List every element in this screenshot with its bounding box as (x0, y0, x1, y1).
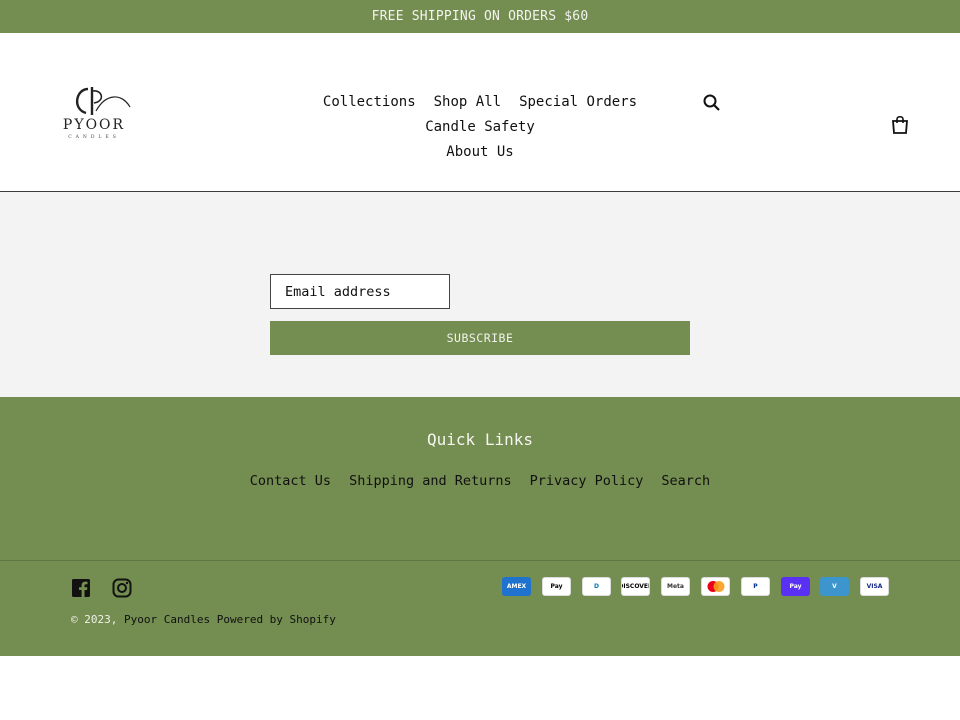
nav-collections[interactable]: Collections (323, 90, 416, 114)
payment-label: Pay (550, 583, 563, 590)
logo-name: PYOOR (63, 117, 125, 133)
logo-mark-icon: PYOOR CANDLES (63, 87, 131, 140)
main-nav: Collections Shop All Special OrdersCandle … (262, 89, 698, 164)
nav-about-us[interactable]: About Us (446, 140, 513, 164)
mastercard-icon (701, 577, 730, 596)
payment-label: DISCOVER (622, 583, 649, 590)
site-header: PYOOR CANDLES Collections Shop All Special… (0, 33, 960, 192)
apple-pay-icon: Pay (542, 577, 571, 596)
logo-subtitle: CANDLES (68, 134, 120, 140)
quick-links: Contact Us Shipping and Returns Privacy Po… (0, 470, 960, 489)
newsletter-section: SUBSCRIBE (0, 192, 960, 397)
copyright-prefix: © 2023, (71, 613, 118, 626)
footer-link-search[interactable]: Search (661, 473, 710, 489)
footer-link-privacy[interactable]: Privacy Policy (530, 473, 644, 489)
powered-by-link[interactable]: Powered by Shopify (217, 613, 336, 626)
site-footer: Quick Links Contact Us Shipping and Retur… (0, 397, 960, 656)
store-logo[interactable]: PYOOR CANDLES (46, 85, 142, 143)
nav-special-orders[interactable]: Special Orders (519, 90, 637, 114)
payment-label: AMEX (506, 583, 527, 590)
payment-label: VISA (866, 583, 883, 590)
footer-divider (0, 560, 960, 561)
amex-icon: AMEX (502, 577, 531, 596)
payment-label: Pay (789, 583, 802, 590)
copyright: © 2023, Pyoor Candles Powered by Shopify (71, 613, 336, 626)
quick-links-title: Quick Links (427, 430, 533, 449)
shop-pay-icon: Pay (781, 577, 810, 596)
venmo-icon: V (820, 577, 849, 596)
subscribe-button[interactable]: SUBSCRIBE (270, 321, 690, 355)
nav-shop-all[interactable]: Shop All (434, 90, 501, 114)
cart-icon[interactable] (889, 114, 911, 136)
nav-candle-safety[interactable]: Candle Safety (425, 115, 535, 139)
payment-label: D (594, 583, 599, 590)
visa-icon: VISA (860, 577, 889, 596)
payment-label: Meta (667, 583, 684, 590)
payment-label: V (832, 583, 837, 590)
facebook-icon[interactable] (71, 578, 91, 598)
footer-link-shipping[interactable]: Shipping and Returns (349, 473, 512, 489)
instagram-icon[interactable] (112, 578, 132, 598)
paypal-icon: P (741, 577, 770, 596)
store-name-link[interactable]: Pyoor Candles (124, 613, 210, 626)
discover-icon: DISCOVER (621, 577, 650, 596)
announcement-text: FREE SHIPPING ON ORDERS $60 (371, 9, 589, 24)
payment-label: P (753, 583, 758, 590)
announcement-bar: FREE SHIPPING ON ORDERS $60 (0, 0, 960, 33)
search-icon[interactable] (702, 93, 722, 113)
diners-club-icon: D (582, 577, 611, 596)
meta-pay-icon: Meta (661, 577, 690, 596)
footer-link-contact[interactable]: Contact Us (250, 473, 331, 489)
email-field[interactable] (270, 274, 450, 309)
